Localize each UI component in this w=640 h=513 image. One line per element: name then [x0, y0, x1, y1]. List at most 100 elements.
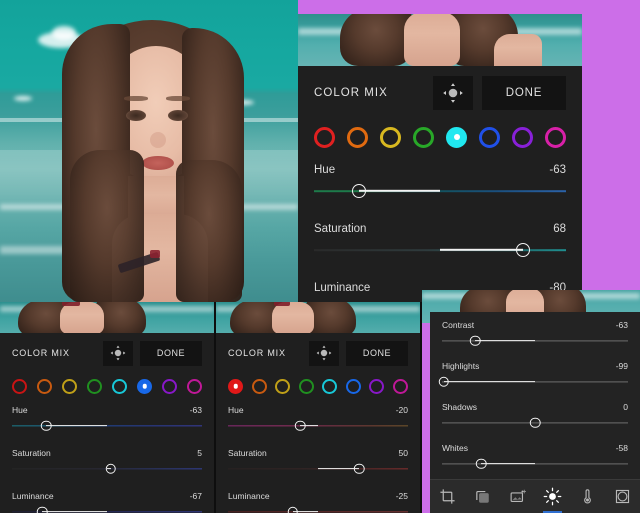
slider-track[interactable]: [442, 335, 628, 346]
panel-photo-strip: [216, 302, 420, 333]
swatch-blue[interactable]: [345, 378, 361, 394]
slider-contrast[interactable]: Contrast -63: [442, 320, 628, 346]
slider-knob[interactable]: [475, 458, 487, 469]
color-mix-panel-bottom-left: COLOR MIX DONE Hue -63 Saturation 5 Lumi…: [0, 302, 214, 513]
color-mix-panel-main: COLOR MIX DONE Hue -63 Saturation 68 Lum…: [298, 14, 582, 302]
slider-shadows[interactable]: Shadows 0: [442, 402, 628, 428]
panel-title: COLOR MIX: [12, 348, 70, 358]
target-move-button[interactable]: [433, 76, 473, 110]
done-button[interactable]: DONE: [140, 340, 202, 366]
nose: [150, 132, 166, 148]
cloud-icon: [52, 26, 76, 40]
toolbar-item-layers[interactable]: [465, 480, 500, 513]
slider-value: -63: [615, 320, 628, 330]
swatch-cyan[interactable]: [112, 378, 127, 394]
track-fill: [359, 189, 440, 193]
slider-label: Saturation: [12, 448, 51, 458]
slider-knob[interactable]: [516, 243, 531, 257]
slider-track[interactable]: [314, 243, 566, 257]
slider-track[interactable]: [228, 420, 408, 431]
panel-header-main: COLOR MIX DONE: [298, 66, 582, 120]
slider-hue[interactable]: Hue -63: [314, 164, 566, 198]
toolbar-item-vignette[interactable]: [605, 480, 640, 513]
slider-track[interactable]: [442, 458, 628, 469]
swatch-red[interactable]: [12, 378, 27, 394]
slider-knob[interactable]: [40, 420, 52, 431]
slider-value: -25: [395, 491, 408, 501]
swatch-row-main: [298, 120, 582, 154]
slider-track[interactable]: [228, 506, 408, 513]
swatch-yellow[interactable]: [62, 378, 77, 394]
swatch-magenta[interactable]: [392, 378, 408, 394]
swatch-purple[interactable]: [512, 126, 533, 148]
slider-track[interactable]: [438, 376, 628, 387]
slider-track[interactable]: [442, 417, 628, 428]
track-fill: [440, 248, 524, 252]
swatch-blue[interactable]: [137, 378, 152, 394]
slider-knob[interactable]: [294, 420, 306, 431]
track-fill: [443, 380, 535, 383]
swatch-cyan[interactable]: [322, 378, 338, 394]
swatch-blue[interactable]: [479, 126, 500, 148]
slider-knob[interactable]: [105, 463, 117, 474]
panel-body-bottom-right: Contrast -63 Highlights -99 Shadows 0 Wh…: [430, 312, 640, 510]
hair-overlay: [70, 150, 144, 302]
swatch-green[interactable]: [298, 378, 314, 394]
target-move-button[interactable]: [309, 340, 339, 366]
slider-luminance[interactable]: Luminance -25: [228, 491, 408, 513]
swatch-orange[interactable]: [347, 126, 368, 148]
swatch-yellow[interactable]: [275, 378, 291, 394]
slider-whites[interactable]: Whites -58: [442, 443, 628, 469]
swatch-magenta[interactable]: [545, 126, 566, 148]
color-mix-panel-bottom-mid: COLOR MIX DONE Hue -20 Saturation 50 Lum…: [216, 302, 420, 513]
hair-overlay-right: [176, 160, 242, 302]
swatch-green[interactable]: [413, 126, 434, 148]
swatch-red[interactable]: [314, 126, 335, 148]
slider-value: 0: [623, 402, 628, 412]
eyebrow-left: [124, 96, 148, 101]
slider-track[interactable]: [12, 420, 202, 431]
swatch-cyan[interactable]: [446, 126, 467, 148]
swatch-purple[interactable]: [162, 378, 177, 394]
toolbar-item-effects[interactable]: [500, 480, 535, 513]
slider-knob[interactable]: [529, 417, 541, 428]
slider-value: 50: [398, 448, 408, 458]
swatch-orange[interactable]: [251, 378, 267, 394]
slider-saturation[interactable]: Saturation 68: [314, 223, 566, 257]
crop-icon: [440, 489, 455, 504]
toolbar-item-crop[interactable]: [430, 480, 465, 513]
slider-knob[interactable]: [354, 463, 365, 474]
slider-highlights[interactable]: Highlights -99: [438, 361, 628, 387]
slider-knob[interactable]: [37, 506, 48, 513]
slider-hue[interactable]: Hue -20: [228, 405, 408, 431]
swatch-yellow[interactable]: [380, 126, 401, 148]
slider-track[interactable]: [12, 463, 202, 474]
swatch-magenta[interactable]: [187, 378, 202, 394]
toolbar-item-brightness[interactable]: [535, 480, 570, 513]
swatch-red[interactable]: [228, 378, 243, 394]
photo-main: [0, 0, 298, 302]
panel-photo-strip: [0, 302, 214, 333]
slider-track[interactable]: [12, 506, 202, 513]
slider-saturation[interactable]: Saturation 50: [228, 448, 408, 474]
slider-saturation[interactable]: Saturation 5: [12, 448, 202, 474]
done-label: DONE: [505, 87, 543, 99]
vignette-icon: [615, 489, 630, 504]
panel-body-bottom-mid: COLOR MIX DONE Hue -20 Saturation 50 Lum…: [216, 333, 420, 513]
swatch-purple[interactable]: [369, 378, 385, 394]
toolbar-item-temperature[interactable]: [570, 480, 605, 513]
swatch-orange[interactable]: [37, 378, 52, 394]
slider-knob[interactable]: [287, 506, 299, 513]
swatch-green[interactable]: [87, 378, 102, 394]
done-button[interactable]: DONE: [482, 76, 566, 110]
slider-luminance[interactable]: Luminance -67: [12, 491, 202, 513]
slider-knob[interactable]: [470, 335, 481, 346]
slider-hue[interactable]: Hue -63: [12, 405, 202, 431]
slider-knob[interactable]: [352, 184, 367, 198]
slider-knob[interactable]: [438, 376, 450, 387]
slider-label: Contrast: [442, 320, 475, 330]
target-move-button[interactable]: [103, 340, 133, 366]
slider-track[interactable]: [228, 463, 408, 474]
done-button[interactable]: DONE: [346, 340, 408, 366]
slider-track[interactable]: [314, 184, 566, 198]
